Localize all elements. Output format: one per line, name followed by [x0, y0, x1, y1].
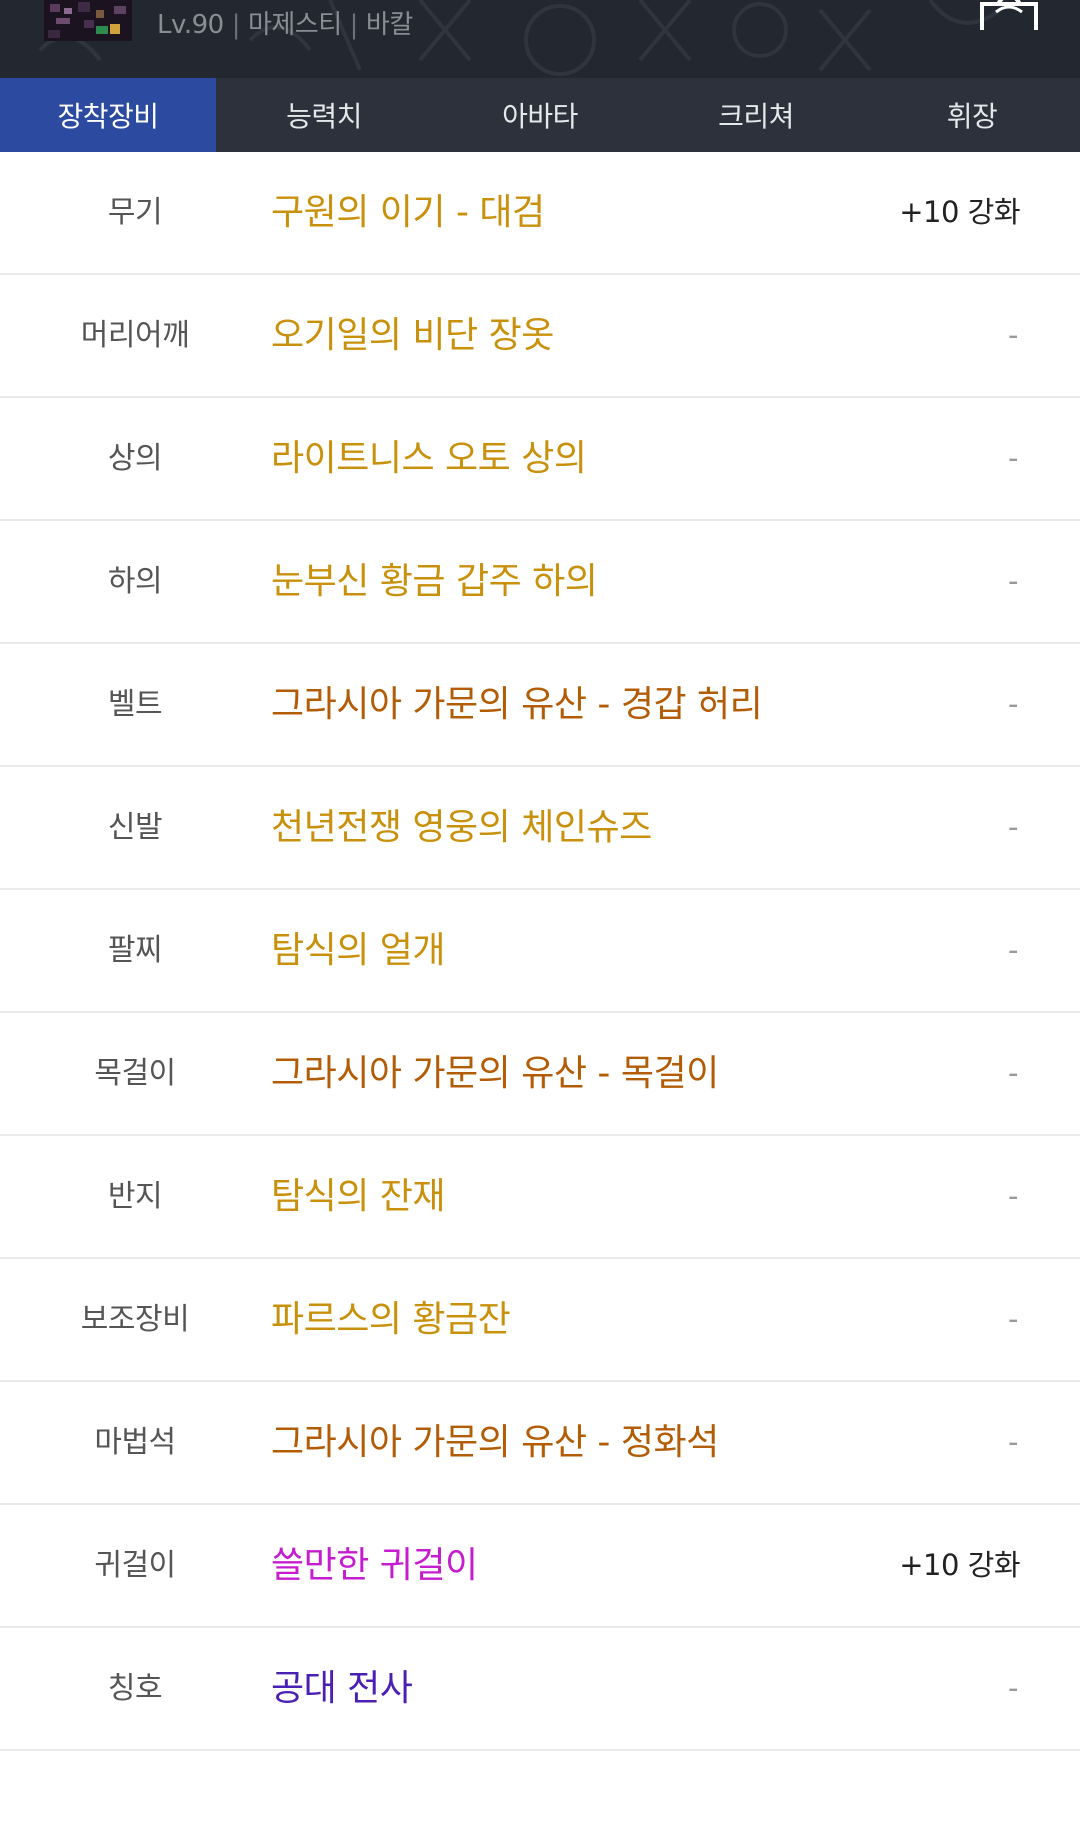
slot-label: 반지 — [107, 1179, 163, 1214]
slot-label: 머리어깨 — [80, 318, 190, 353]
item-name-link[interactable]: 파르스의 황금잔 — [271, 1259, 511, 1380]
upgrade-value: +10 강화 — [899, 195, 1020, 229]
item-name-link[interactable]: 탐식의 얼개 — [271, 890, 446, 1011]
equipment-row[interactable]: 반지 탐식의 잔재 - — [0, 1136, 1080, 1259]
tab-equipment[interactable]: 장착장비 — [0, 78, 216, 152]
equipment-row[interactable]: 벨트 그라시아 가문의 유산 - 경갑 허리 - — [0, 644, 1080, 767]
item-name-link[interactable]: 오기일의 비단 장옷 — [271, 275, 554, 396]
upgrade-value: - — [1008, 810, 1018, 844]
slot-label: 칭호 — [107, 1671, 163, 1706]
slot-label: 귀걸이 — [94, 1548, 176, 1583]
item-name-link[interactable]: 눈부신 황금 갑주 하의 — [271, 521, 598, 642]
slot-label: 보조장비 — [80, 1302, 190, 1337]
equipment-list: 무기 구원의 이기 - 대검 +10 강화 머리어깨 오기일의 비단 장옷 - 상의 라이트니… — [0, 152, 1080, 1751]
item-name-link[interactable]: 그라시아 가문의 유산 - 목걸이 — [271, 1013, 719, 1134]
bag-icon[interactable] — [978, 0, 1040, 30]
slot-label: 상의 — [107, 441, 163, 476]
upgrade-value: - — [1008, 1179, 1018, 1213]
upgrade-value: - — [1008, 318, 1018, 352]
info-separator: | — [349, 10, 359, 40]
tab-emblem[interactable]: 휘장 — [864, 78, 1080, 152]
equipment-row[interactable]: 보조장비 파르스의 황금잔 - — [0, 1259, 1080, 1382]
slot-label: 신발 — [107, 810, 163, 845]
tab-creature[interactable]: 크리쳐 — [648, 78, 864, 152]
item-name-link[interactable]: 쓸만한 귀걸이 — [271, 1505, 478, 1626]
item-name-link[interactable]: 그라시아 가문의 유산 - 정화석 — [271, 1382, 719, 1503]
upgrade-value: - — [1008, 1425, 1018, 1459]
tab-label: 능력치 — [286, 100, 362, 133]
upgrade-value: - — [1008, 564, 1018, 598]
item-name-link[interactable]: 그라시아 가문의 유산 - 경갑 허리 — [271, 644, 763, 765]
upgrade-value: - — [1008, 1671, 1018, 1705]
equipment-row[interactable]: 상의 라이트니스 오토 상의 - — [0, 398, 1080, 521]
tab-avatar[interactable]: 아바타 — [432, 78, 648, 152]
slot-label: 벨트 — [107, 687, 163, 722]
slot-label: 목걸이 — [94, 1056, 176, 1091]
character-server: 바칼 — [365, 10, 413, 40]
tab-bar: 장착장비 능력치 아바타 크리쳐 휘장 — [0, 78, 1080, 152]
info-separator: | — [231, 10, 241, 40]
tab-label: 장착장비 — [57, 100, 159, 133]
equipment-row[interactable]: 마법석 그라시아 가문의 유산 - 정화석 - — [0, 1382, 1080, 1505]
upgrade-value: +10 강화 — [899, 1548, 1020, 1582]
equipment-row[interactable]: 귀걸이 쓸만한 귀걸이 +10 강화 — [0, 1505, 1080, 1628]
character-avatar[interactable] — [44, 0, 132, 41]
tab-label: 휘장 — [946, 100, 998, 133]
equipment-row[interactable]: 팔찌 탐식의 얼개 - — [0, 890, 1080, 1013]
item-name-link[interactable]: 라이트니스 오토 상의 — [271, 398, 587, 519]
character-header: Lv.90 | 마제스티 | 바칼 — [0, 0, 1080, 78]
equipment-row[interactable]: 무기 구원의 이기 - 대검 +10 강화 — [0, 152, 1080, 275]
tab-label: 아바타 — [502, 100, 578, 133]
upgrade-value: - — [1008, 1302, 1018, 1336]
upgrade-value: - — [1008, 687, 1018, 721]
item-name-link[interactable]: 구원의 이기 - 대검 — [271, 152, 545, 273]
tab-label: 크리쳐 — [718, 100, 794, 133]
upgrade-value: - — [1008, 441, 1018, 475]
equipment-row[interactable]: 목걸이 그라시아 가문의 유산 - 목걸이 - — [0, 1013, 1080, 1136]
slot-label: 마법석 — [94, 1425, 176, 1460]
character-info: Lv.90 | 마제스티 | 바칼 — [157, 4, 413, 41]
character-job: 마제스티 — [247, 10, 342, 40]
upgrade-value: - — [1008, 1056, 1018, 1090]
item-name-link[interactable]: 탐식의 잔재 — [271, 1136, 446, 1257]
equipment-row[interactable]: 칭호 공대 전사 - — [0, 1628, 1080, 1751]
upgrade-value: - — [1008, 933, 1018, 967]
slot-label: 무기 — [107, 195, 163, 230]
item-name-link[interactable]: 공대 전사 — [271, 1628, 413, 1749]
equipment-row[interactable]: 하의 눈부신 황금 갑주 하의 - — [0, 521, 1080, 644]
tab-stats[interactable]: 능력치 — [216, 78, 432, 152]
slot-label: 팔찌 — [107, 933, 163, 968]
item-name-link[interactable]: 천년전쟁 영웅의 체인슈즈 — [271, 767, 652, 888]
character-level: Lv.90 — [157, 10, 224, 40]
slot-label: 하의 — [107, 564, 163, 599]
equipment-row[interactable]: 신발 천년전쟁 영웅의 체인슈즈 - — [0, 767, 1080, 890]
equipment-row[interactable]: 머리어깨 오기일의 비단 장옷 - — [0, 275, 1080, 398]
